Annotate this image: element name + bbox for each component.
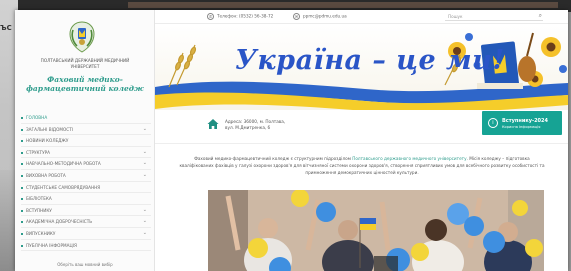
sidebar-item[interactable]: Публічна інформація [21, 240, 151, 252]
university-link[interactable]: Полтавського державного медичного універ… [352, 156, 466, 161]
sidebar-item[interactable]: Студентське самоврядування [21, 182, 151, 194]
sidebar-item-label: Головна [26, 115, 48, 120]
menu-bullet-icon [21, 198, 23, 201]
menu-bullet-icon [21, 244, 23, 247]
chevron-down-icon[interactable]: ⌄ [143, 205, 147, 216]
sidebar-item-label: Загальні відомості [26, 126, 74, 132]
college-name: Фаховий медико-фармацевтичний коледж [26, 75, 144, 93]
menu-bullet-icon [21, 221, 23, 224]
sidebar-item-label: Вступнику [26, 207, 52, 213]
sidebar-item[interactable]: Структура ⌄ [21, 147, 151, 159]
sidebar-item[interactable]: Головна [21, 112, 151, 124]
menu-bullet-icon [21, 128, 23, 131]
wheat-left-icon [168, 44, 197, 88]
phone-text: Телефон: (0532) 56-38-72 [217, 13, 274, 19]
info-icon: i [488, 118, 498, 128]
email-icon: ✉ [293, 13, 300, 20]
address: Адреса: 36000, м. Полтава, вул. М.Дмитре… [225, 119, 285, 131]
chevron-down-icon[interactable]: ⌄ [143, 124, 147, 135]
email-contact[interactable]: ✉ ppmc@pdmu.edu.ua [293, 13, 347, 20]
search-input[interactable]: Пошук ⌕ [445, 12, 543, 21]
admission-button[interactable]: i Вступнику-2024 Корисна інформація [482, 111, 562, 135]
banner-title: Україна – це ми! [235, 45, 505, 76]
address-row: Адреса: 36000, м. Полтава, вул. М.Дмитре… [155, 110, 568, 140]
menu-bullet-icon [21, 174, 23, 177]
search-icon[interactable]: ⌕ [539, 12, 542, 20]
sidebar-item-label: Академічна доброчесність [26, 219, 93, 225]
event-photo-image [208, 190, 544, 271]
menu-bullet-icon [21, 140, 23, 143]
admission-title: Вступнику-2024 [502, 118, 548, 124]
sidebar-item-label: Виховна робота [26, 172, 66, 178]
top-bar: ✆ Телефон: (0532) 56-38-72 ✉ ppmc@pdmu.edu… [155, 10, 568, 24]
chevron-down-icon[interactable]: ⌄ [143, 158, 147, 169]
chevron-down-icon[interactable]: ⌄ [143, 228, 147, 239]
home-icon [207, 119, 219, 129]
sidebar-item[interactable]: Вступнику ⌄ [21, 205, 151, 217]
sidebar-footer: Оберіть ваш мовний вибір [57, 262, 113, 267]
chevron-down-icon[interactable]: ⌄ [143, 147, 147, 158]
sidebar-item[interactable]: Навчально-методична робота ⌄ [21, 158, 151, 170]
menu-bullet-icon [21, 232, 23, 235]
intro-text-1: Фаховий медико-фармацевтичний коледж є с… [194, 156, 353, 161]
university-name: Полтавський державний медичний університ… [40, 58, 130, 69]
content-divider [155, 143, 568, 144]
email-text: ppmc@pdmu.edu.ua [303, 13, 347, 19]
sidebar-item[interactable]: Новини коледжу [21, 135, 151, 147]
address-line-2: вул. М.Дмитренка, 6 [225, 125, 271, 130]
university-emblem-icon[interactable] [67, 20, 97, 54]
bandura-icon [518, 32, 536, 82]
search-placeholder: Пошук [448, 14, 463, 19]
chevron-down-icon[interactable]: ⌄ [143, 216, 147, 227]
phone-contact[interactable]: ✆ Телефон: (0532) 56-38-72 [207, 13, 273, 20]
menu-bullet-icon [21, 151, 23, 154]
sidebar-item[interactable]: Випускнику ⌄ [21, 228, 151, 240]
menu-bullet-icon [21, 186, 23, 189]
chevron-down-icon[interactable]: ⌄ [143, 170, 147, 181]
sidebar-item-label: Навчально-методична робота [26, 161, 101, 167]
event-photo[interactable] [208, 190, 544, 271]
menu-bullet-icon [21, 209, 23, 212]
intro-paragraph: Фаховий медико-фармацевтичний коледж є с… [177, 155, 547, 176]
sidebar-item-label: Випускнику [26, 230, 56, 236]
sidebar-item-label: Бібліотека [26, 196, 52, 202]
sidebar-item-label: Структура [26, 149, 51, 155]
background-stray-text: ЪС [0, 24, 12, 32]
sidebar: Полтавський державний медичний університ… [15, 10, 155, 271]
sidebar-item[interactable]: Бібліотека [21, 193, 151, 205]
hero-banner: Україна – це ми! [155, 25, 568, 110]
sidebar-item[interactable]: Загальні відомості ⌄ [21, 124, 151, 136]
sidebar-item[interactable]: Академічна доброчесність ⌄ [21, 216, 151, 228]
sidebar-item-label: Новини коледжу [26, 138, 69, 144]
admission-subtitle: Корисна інформація [502, 125, 541, 129]
menu-bullet-icon [21, 117, 23, 119]
sidebar-item-label: Студентське самоврядування [26, 184, 101, 190]
sidebar-item[interactable]: Виховна робота ⌄ [21, 170, 151, 182]
sidebar-menu: Головна Загальні відомості ⌄ Новини коледжу… [21, 112, 151, 252]
phone-icon: ✆ [207, 13, 214, 20]
menu-bullet-icon [21, 163, 23, 166]
website-page: Полтавський державний медичний університ… [15, 10, 568, 271]
sidebar-item-label: Публічна інформація [26, 242, 77, 248]
